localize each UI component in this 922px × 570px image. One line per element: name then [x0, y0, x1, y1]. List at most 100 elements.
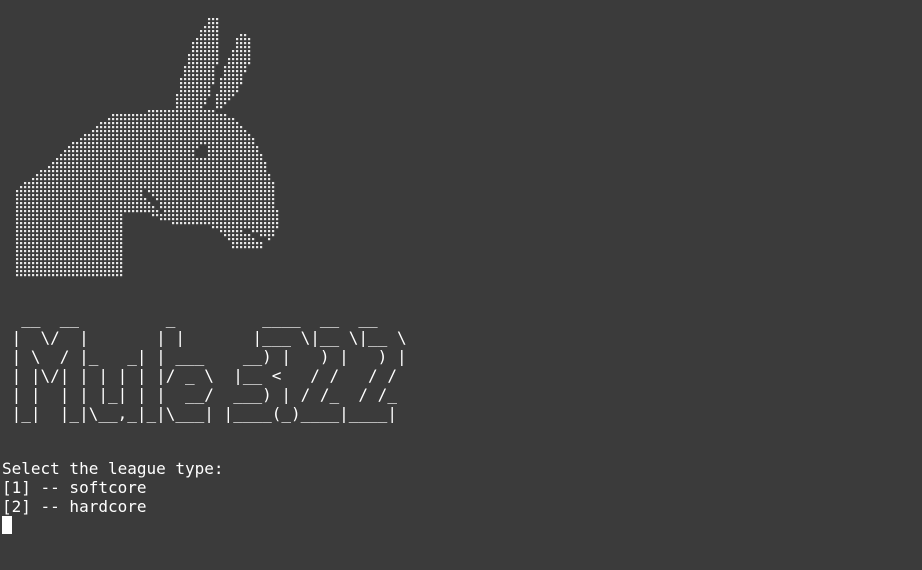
mule-dot	[208, 154, 211, 157]
mule-dot	[104, 182, 107, 185]
mule-dot	[64, 242, 67, 245]
mule-dot	[204, 62, 207, 65]
mule-dot	[56, 238, 59, 241]
mule-dot	[204, 90, 207, 93]
mule-dot	[32, 198, 35, 201]
mule-dot	[172, 142, 175, 145]
mule-dot	[88, 246, 91, 249]
mule-dot	[152, 114, 155, 117]
mule-dot	[92, 238, 95, 241]
mule-dot	[136, 162, 139, 165]
mule-dot	[32, 270, 35, 273]
mule-dot	[104, 186, 107, 189]
mule-dot	[160, 198, 163, 201]
mule-dot	[84, 178, 87, 181]
mule-dot	[16, 250, 19, 253]
mule-dot	[208, 186, 211, 189]
mule-dot	[240, 182, 243, 185]
mule-dot	[108, 254, 111, 257]
mule-dot	[148, 158, 151, 161]
mule-dot	[196, 178, 199, 181]
mule-dot	[68, 206, 71, 209]
mule-dot	[104, 174, 107, 177]
option-softcore[interactable]: [1] -- softcore	[2, 478, 224, 497]
option-hardcore[interactable]: [2] -- hardcore	[2, 497, 224, 516]
mule-dot	[216, 62, 219, 65]
mule-dot	[116, 274, 119, 277]
mule-dot	[236, 178, 239, 181]
mule-dot	[156, 194, 159, 197]
mule-dot	[244, 206, 247, 209]
mule-dot	[212, 50, 215, 53]
mule-dot	[236, 162, 239, 165]
mule-dot	[148, 186, 151, 189]
mule-dot	[144, 118, 147, 121]
mule-dot	[196, 186, 199, 189]
mule-dot	[156, 158, 159, 161]
mule-dot	[220, 90, 223, 93]
mule-dot	[252, 166, 255, 169]
mule-dot	[168, 214, 171, 217]
mule-dot	[32, 230, 35, 233]
mule-dot	[116, 138, 119, 141]
mule-dot	[156, 198, 159, 201]
mule-dot	[276, 218, 279, 221]
mule-dot	[196, 166, 199, 169]
mule-dot	[212, 222, 215, 225]
mule-dot	[184, 158, 187, 161]
terminal-window[interactable]: __ __ _ ____ __ __ | \/ | | | |___ \|__ …	[0, 0, 922, 570]
mule-dot	[100, 170, 103, 173]
mule-dot	[200, 78, 203, 81]
mule-dot	[80, 154, 83, 157]
mule-dot	[232, 206, 235, 209]
mule-dot	[160, 194, 163, 197]
mule-dot	[212, 146, 215, 149]
mule-dot	[200, 66, 203, 69]
input-line[interactable]	[2, 516, 224, 535]
mule-dot	[244, 130, 247, 133]
mule-dot	[108, 198, 111, 201]
mule-dot	[228, 122, 231, 125]
mule-dot	[136, 130, 139, 133]
mule-dot	[152, 146, 155, 149]
mule-dot	[236, 166, 239, 169]
mule-dot	[124, 138, 127, 141]
mule-dot	[276, 226, 279, 229]
mule-dot	[224, 102, 227, 105]
mule-dot	[216, 158, 219, 161]
mule-dot	[76, 266, 79, 269]
mule-dot	[200, 82, 203, 85]
mule-dot	[28, 266, 31, 269]
mule-dot	[188, 158, 191, 161]
mule-dot	[264, 218, 267, 221]
mule-dot	[96, 190, 99, 193]
mule-dot	[116, 150, 119, 153]
mule-dot	[200, 46, 203, 49]
mule-dot	[164, 134, 167, 137]
mule-dot	[100, 234, 103, 237]
mule-dot	[176, 146, 179, 149]
mule-dot	[184, 166, 187, 169]
mule-dot	[128, 134, 131, 137]
mule-dot	[108, 258, 111, 261]
mule-dot	[108, 182, 111, 185]
mule-dot	[80, 214, 83, 217]
mule-dot	[48, 182, 51, 185]
mule-dot	[216, 50, 219, 53]
mule-dot	[132, 158, 135, 161]
mule-dot	[136, 210, 139, 213]
mule-dot	[184, 70, 187, 73]
mule-dot	[200, 222, 203, 225]
mule-dot	[84, 246, 87, 249]
mule-dot	[232, 142, 235, 145]
mule-dot	[16, 266, 19, 269]
mule-dot	[188, 186, 191, 189]
mule-dot	[188, 142, 191, 145]
mule-dot	[88, 254, 91, 257]
mule-dot	[100, 254, 103, 257]
mule-dot	[200, 182, 203, 185]
mule-dot	[104, 154, 107, 157]
mule-dot	[188, 86, 191, 89]
mule-dot	[260, 170, 263, 173]
mule-dot	[112, 174, 115, 177]
